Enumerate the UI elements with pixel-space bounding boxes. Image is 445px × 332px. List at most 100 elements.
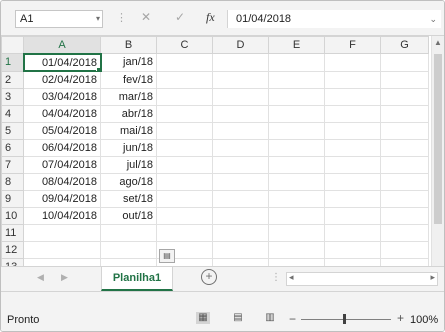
chevron-down-icon[interactable]: ▾ [96, 11, 100, 27]
column-header-d[interactable]: D [212, 36, 269, 54]
zoom-in-icon[interactable]: + [397, 311, 404, 325]
scroll-right-icon[interactable]: ▸ [430, 272, 435, 283]
cell-g3[interactable] [380, 87, 429, 106]
cell-d11[interactable] [212, 223, 269, 242]
cell-f11[interactable] [324, 223, 381, 242]
row-header[interactable]: 6 [1, 138, 24, 157]
auto-fill-options-icon[interactable]: ▤ [159, 249, 175, 263]
enter-icon[interactable]: ✓ [175, 10, 185, 24]
cell-c2[interactable] [156, 70, 213, 89]
drag-handle-icon[interactable]: ⋮ [116, 11, 127, 24]
cell-f6[interactable] [324, 138, 381, 157]
cell-b5[interactable]: mai/18 [100, 121, 157, 140]
cell-g7[interactable] [380, 155, 429, 174]
cell-b4[interactable]: abr/18 [100, 104, 157, 123]
cell-b7[interactable]: jul/18 [100, 155, 157, 174]
cell-d10[interactable] [212, 206, 269, 225]
cell-e2[interactable] [268, 70, 325, 89]
cell-c8[interactable] [156, 172, 213, 191]
cell-c3[interactable] [156, 87, 213, 106]
cell-b1[interactable]: jan/18 [100, 53, 157, 72]
row-header[interactable]: 12 [1, 240, 24, 259]
cell-a10[interactable]: 10/04/2018 [23, 206, 101, 225]
cell-e6[interactable] [268, 138, 325, 157]
cell-e4[interactable] [268, 104, 325, 123]
scroll-tabs-right-icon[interactable]: ▶ [61, 272, 68, 283]
cell-d9[interactable] [212, 189, 269, 208]
cell-a2[interactable]: 02/04/2018 [23, 70, 101, 89]
cell-f2[interactable] [324, 70, 381, 89]
page-break-view-icon[interactable]: ▥ [263, 312, 277, 324]
cell-e5[interactable] [268, 121, 325, 140]
cell-f12[interactable] [324, 240, 381, 259]
cell-e12[interactable] [268, 240, 325, 259]
cell-a8[interactable]: 08/04/2018 [23, 172, 101, 191]
column-header-g[interactable]: G [380, 36, 429, 54]
cell-c4[interactable] [156, 104, 213, 123]
cell-g8[interactable] [380, 172, 429, 191]
cell-c1[interactable] [156, 53, 213, 72]
cell-g6[interactable] [380, 138, 429, 157]
cell-b11[interactable] [100, 223, 157, 242]
column-header-b[interactable]: B [100, 36, 157, 54]
cell-d12[interactable] [212, 240, 269, 259]
cell-f5[interactable] [324, 121, 381, 140]
cell-f3[interactable] [324, 87, 381, 106]
name-box[interactable]: A1 ▾ [15, 10, 103, 28]
cell-a9[interactable]: 09/04/2018 [23, 189, 101, 208]
sheet-tab-planilha1[interactable]: Planilha1 [101, 267, 173, 291]
cell-g4[interactable] [380, 104, 429, 123]
page-layout-view-icon[interactable]: ▤ [231, 312, 245, 324]
vertical-scrollbar[interactable]: ▲ [431, 36, 444, 266]
cell-f8[interactable] [324, 172, 381, 191]
cell-g1[interactable] [380, 53, 429, 72]
cell-c5[interactable] [156, 121, 213, 140]
cell-d1[interactable] [212, 53, 269, 72]
cell-a6[interactable]: 06/04/2018 [23, 138, 101, 157]
cell-a4[interactable]: 04/04/2018 [23, 104, 101, 123]
cell-f4[interactable] [324, 104, 381, 123]
column-header-c[interactable]: C [156, 36, 213, 54]
cell-e8[interactable] [268, 172, 325, 191]
cell-b12[interactable] [100, 240, 157, 259]
cell-c10[interactable] [156, 206, 213, 225]
cell-d4[interactable] [212, 104, 269, 123]
scroll-left-icon[interactable]: ◂ [289, 272, 294, 283]
cell-b6[interactable]: jun/18 [100, 138, 157, 157]
column-header-a[interactable]: A [23, 36, 101, 55]
cell-g2[interactable] [380, 70, 429, 89]
cell-c11[interactable] [156, 223, 213, 242]
add-sheet-icon[interactable]: + [201, 269, 217, 285]
cell-f7[interactable] [324, 155, 381, 174]
horizontal-scrollbar[interactable]: ◂ ▸ [286, 272, 438, 286]
cell-b3[interactable]: mar/18 [100, 87, 157, 106]
cell-g9[interactable] [380, 189, 429, 208]
column-header-e[interactable]: E [268, 36, 325, 54]
cell-e3[interactable] [268, 87, 325, 106]
expand-formula-bar-icon[interactable]: ⌄ [429, 10, 437, 28]
cancel-icon[interactable]: ✕ [141, 10, 151, 24]
cell-b10[interactable]: out/18 [100, 206, 157, 225]
cell-e7[interactable] [268, 155, 325, 174]
cell-c9[interactable] [156, 189, 213, 208]
row-header[interactable]: 3 [1, 87, 24, 106]
cell-g10[interactable] [380, 206, 429, 225]
cell-f1[interactable] [324, 53, 381, 72]
cell-b2[interactable]: fev/18 [100, 70, 157, 89]
row-header[interactable]: 11 [1, 223, 24, 242]
row-header[interactable]: 9 [1, 189, 24, 208]
cell-d5[interactable] [212, 121, 269, 140]
cell-e10[interactable] [268, 206, 325, 225]
row-header[interactable]: 10 [1, 206, 24, 225]
row-header[interactable]: 7 [1, 155, 24, 174]
row-header[interactable]: 2 [1, 70, 24, 89]
cell-a11[interactable] [23, 223, 101, 242]
cell-d7[interactable] [212, 155, 269, 174]
formula-input[interactable]: 01/04/2018 ⌄ [227, 10, 441, 28]
cell-f10[interactable] [324, 206, 381, 225]
tab-split-handle-icon[interactable]: ⋮ [271, 272, 281, 283]
cell-c6[interactable] [156, 138, 213, 157]
row-header[interactable]: 1 [1, 53, 25, 72]
cell-g11[interactable] [380, 223, 429, 242]
cell-a7[interactable]: 07/04/2018 [23, 155, 101, 174]
